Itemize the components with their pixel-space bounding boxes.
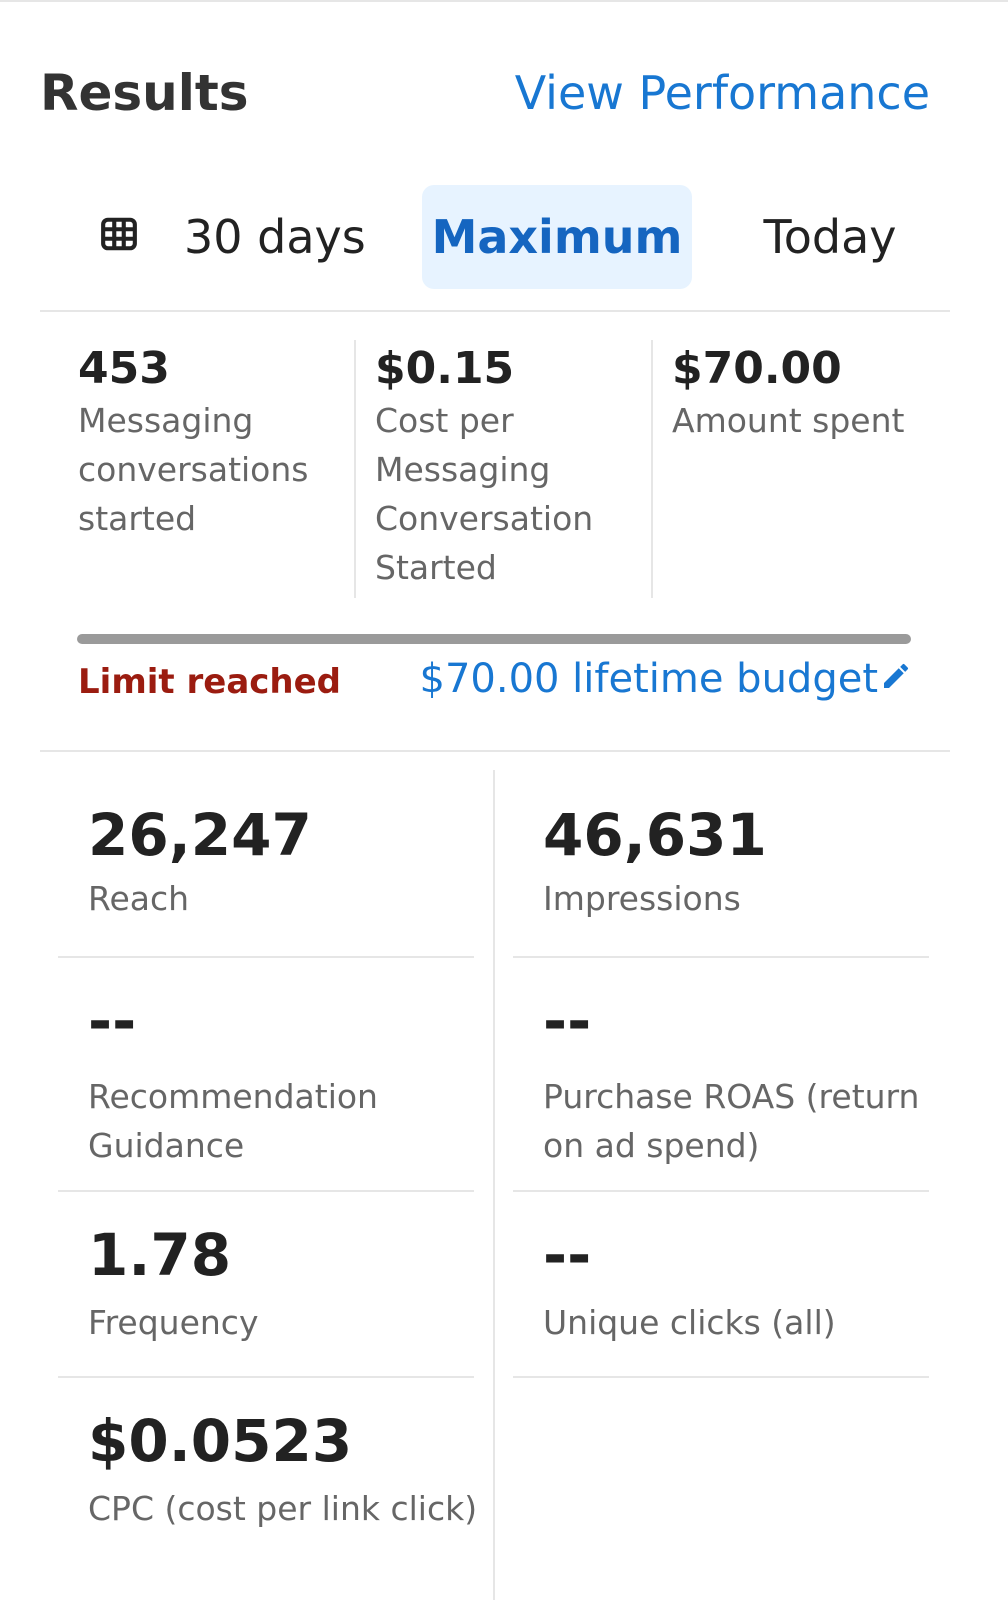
metric-label: Impressions: [543, 879, 741, 918]
metric-value: --: [88, 987, 137, 1055]
row-divider: [58, 1376, 474, 1378]
results-title: Results: [40, 64, 249, 122]
row-divider: [58, 956, 474, 958]
divider: [40, 310, 950, 312]
calendar-grid-icon: [100, 210, 138, 264]
metric-reach: 26,247 Reach: [88, 800, 504, 923]
metric-label: Unique clicks (all): [543, 1303, 836, 1342]
divider: [40, 750, 950, 752]
view-performance-link[interactable]: View Performance: [515, 66, 930, 120]
metric-value: --: [543, 1221, 592, 1289]
row-divider: [58, 1190, 474, 1192]
metric-label: Reach: [88, 879, 190, 918]
tab-30-days-label: 30 days: [184, 210, 366, 264]
stat-label: Amount spent: [672, 401, 905, 440]
lifetime-budget-link[interactable]: $70.00 lifetime budget: [420, 656, 913, 702]
stat-label: Messaging conversations started: [78, 401, 309, 538]
tab-today[interactable]: Today: [730, 185, 930, 289]
stat-value: $70.00: [672, 343, 842, 394]
metric-frequency: 1.78 Frequency: [88, 1220, 504, 1347]
date-range-tabs: 30 days Maximum Today: [40, 185, 950, 293]
top-divider: [0, 0, 1008, 2]
metric-recommendation-guidance: -- Recommendation Guidance: [88, 986, 504, 1170]
metric-impressions: 46,631 Impressions: [543, 800, 959, 923]
column-divider: [651, 340, 653, 598]
column-divider: [354, 340, 356, 598]
stat-amount-spent: $70.00 Amount spent: [672, 340, 942, 598]
metric-label: CPC (cost per link click): [88, 1489, 478, 1528]
metric-value: $0.0523: [88, 1407, 353, 1475]
metric-value: 46,631: [543, 801, 767, 869]
metric-cpc: $0.0523 CPC (cost per link click): [88, 1406, 504, 1533]
row-divider: [513, 956, 929, 958]
stat-label: Cost per Messaging Conversation Started: [375, 401, 594, 587]
row-divider: [513, 1190, 929, 1192]
budget-progress-bar: [77, 634, 911, 644]
stat-messaging-conversations: 453 Messaging conversations started: [78, 340, 348, 598]
row-divider: [513, 1376, 929, 1378]
lifetime-budget-text: $70.00 lifetime budget: [419, 656, 879, 702]
tab-maximum[interactable]: Maximum: [422, 185, 692, 289]
limit-reached-label: Limit reached: [78, 662, 342, 702]
stat-value: 453: [78, 343, 170, 394]
metric-label: Purchase ROAS (return on ad spend): [543, 1077, 920, 1165]
metric-value: --: [543, 987, 592, 1055]
metric-label: Recommendation Guidance: [88, 1077, 378, 1165]
stat-cost-per-conversation: $0.15 Cost per Messaging Conversation St…: [375, 340, 645, 598]
pencil-icon: [878, 656, 912, 702]
metric-value: 1.78: [88, 1221, 232, 1289]
summary-stats: 453 Messaging conversations started $0.1…: [40, 340, 950, 600]
metric-label: Frequency: [88, 1303, 259, 1342]
metric-purchase-roas: -- Purchase ROAS (return on ad spend): [543, 986, 959, 1170]
stat-value: $0.15: [375, 343, 515, 394]
budget-progress-fill: [77, 634, 911, 644]
results-header: Results View Performance: [40, 60, 930, 130]
tab-30-days[interactable]: 30 days: [100, 185, 420, 289]
metric-unique-clicks: -- Unique clicks (all): [543, 1220, 959, 1347]
metric-value: 26,247: [88, 801, 312, 869]
